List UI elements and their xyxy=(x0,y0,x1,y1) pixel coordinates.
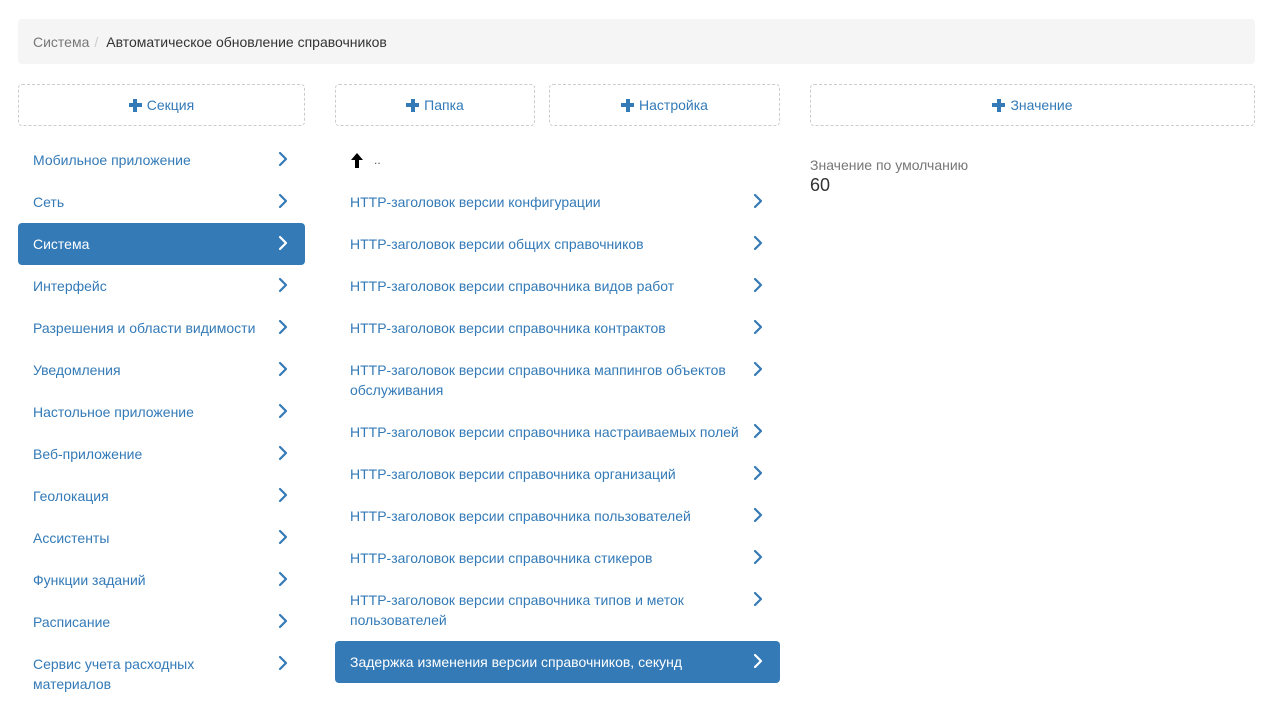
add-setting-label: Настройка xyxy=(639,97,708,113)
add-setting-button[interactable]: Настройка xyxy=(549,84,780,126)
chevron-right-icon xyxy=(752,653,764,669)
setting-item-label: HTTP-заголовок версии справочника органи… xyxy=(350,466,676,482)
plus-icon xyxy=(406,98,420,112)
section-item[interactable]: Система xyxy=(18,223,305,265)
section-item[interactable]: Функции заданий xyxy=(18,559,305,601)
chevron-right-icon xyxy=(752,507,764,523)
chevron-right-icon xyxy=(277,151,289,167)
chevron-right-icon xyxy=(277,655,289,671)
section-item[interactable]: Расписание xyxy=(18,601,305,643)
setting-item[interactable]: HTTP-заголовок версии справочника типов … xyxy=(335,579,780,641)
setting-item[interactable]: HTTP-заголовок версии справочника контра… xyxy=(335,307,780,349)
chevron-right-icon xyxy=(752,277,764,293)
section-item[interactable]: Уведомления xyxy=(18,349,305,391)
section-item-label: Мобильное приложение xyxy=(33,152,191,168)
plus-icon xyxy=(128,98,142,112)
add-section-button[interactable]: Секция xyxy=(18,84,305,126)
default-value-block: Значение по умолчанию 60 xyxy=(810,156,968,196)
chevron-right-icon xyxy=(752,235,764,251)
parent-folder-link[interactable]: .. xyxy=(335,139,780,181)
setting-item-label: HTTP-заголовок версии справочника маппин… xyxy=(350,362,726,398)
chevron-right-icon xyxy=(752,465,764,481)
setting-item[interactable]: HTTP-заголовок версии конфигурации xyxy=(335,181,780,223)
setting-item[interactable]: HTTP-заголовок версии справочника маппин… xyxy=(335,349,780,411)
breadcrumb: Система / Автоматическое обновление спра… xyxy=(18,19,1255,64)
chevron-right-icon xyxy=(277,403,289,419)
add-folder-label: Папка xyxy=(424,97,464,113)
chevron-right-icon xyxy=(277,193,289,209)
plus-icon xyxy=(992,98,1006,112)
setting-item-label: HTTP-заголовок версии справочника стикер… xyxy=(350,550,653,566)
chevron-right-icon xyxy=(752,193,764,209)
chevron-right-icon xyxy=(277,487,289,503)
section-item-label: Ассистенты xyxy=(33,530,110,546)
add-value-label: Значение xyxy=(1010,97,1073,113)
section-item-label: Геолокация xyxy=(33,488,109,504)
breadcrumb-current: Автоматическое обновление справочников xyxy=(106,33,387,50)
section-item-label: Разрешения и области видимости xyxy=(33,320,256,336)
section-item[interactable]: Интерфейс xyxy=(18,265,305,307)
setting-item[interactable]: HTTP-заголовок версии общих справочников xyxy=(335,223,780,265)
setting-item-label: HTTP-заголовок версии справочника пользо… xyxy=(350,508,691,524)
add-value-button[interactable]: Значение xyxy=(810,84,1255,126)
chevron-right-icon xyxy=(752,361,764,377)
section-item-label: Веб-приложение xyxy=(33,446,143,462)
section-item[interactable]: Настольное приложение xyxy=(18,391,305,433)
setting-item-label: HTTP-заголовок версии справочника типов … xyxy=(350,592,684,628)
chevron-right-icon xyxy=(277,613,289,629)
setting-item[interactable]: HTTP-заголовок версии справочника видов … xyxy=(335,265,780,307)
section-item[interactable]: Ассистенты xyxy=(18,517,305,559)
setting-item[interactable]: HTTP-заголовок версии справочника органи… xyxy=(335,453,780,495)
section-item[interactable]: Разрешения и области видимости xyxy=(18,307,305,349)
chevron-right-icon xyxy=(752,319,764,335)
section-item[interactable]: Сервис учета расходных материалов xyxy=(18,643,305,705)
add-folder-button[interactable]: Папка xyxy=(335,84,535,126)
breadcrumb-parent[interactable]: Система xyxy=(33,34,89,50)
setting-item-label: HTTP-заголовок версии справочника видов … xyxy=(350,278,675,294)
setting-item[interactable]: Задержка изменения версии справочников, … xyxy=(335,641,780,683)
add-section-label: Секция xyxy=(146,97,195,113)
section-item-label: Настольное приложение xyxy=(33,404,194,420)
breadcrumb-separator: / xyxy=(94,33,99,50)
parent-folder-label: .. xyxy=(374,153,381,167)
setting-item-label: HTTP-заголовок версии общих справочников xyxy=(350,236,644,252)
chevron-right-icon xyxy=(277,571,289,587)
chevron-right-icon xyxy=(752,423,764,439)
section-item[interactable]: Веб-приложение xyxy=(18,433,305,475)
default-value: 60 xyxy=(810,175,831,195)
section-item[interactable]: Сеть xyxy=(18,181,305,223)
plus-icon xyxy=(621,98,635,112)
setting-item-label: HTTP-заголовок версии справочника настра… xyxy=(350,424,739,440)
section-item-label: Сервис учета расходных материалов xyxy=(33,656,195,692)
section-item-label: Функции заданий xyxy=(33,572,146,588)
section-item-label: Сеть xyxy=(33,194,65,210)
chevron-right-icon xyxy=(277,361,289,377)
chevron-right-icon xyxy=(277,235,289,251)
chevron-right-icon xyxy=(277,445,289,461)
section-item[interactable]: Геолокация xyxy=(18,475,305,517)
setting-item[interactable]: HTTP-заголовок версии справочника настра… xyxy=(335,411,780,453)
setting-item-label: HTTP-заголовок версии конфигурации xyxy=(350,194,601,210)
setting-item-label: HTTP-заголовок версии справочника контра… xyxy=(350,320,666,336)
default-value-label: Значение по умолчанию xyxy=(810,157,969,173)
chevron-right-icon xyxy=(277,277,289,293)
setting-item-label: Задержка изменения версии справочников, … xyxy=(350,654,683,670)
sections-list: Мобильное приложение Сеть Система Интерфейс… xyxy=(18,139,305,705)
chevron-right-icon xyxy=(277,529,289,545)
section-item[interactable]: Мобильное приложение xyxy=(18,139,305,181)
section-item-label: Расписание xyxy=(33,614,111,630)
setting-item[interactable]: HTTP-заголовок версии справочника пользо… xyxy=(335,495,780,537)
section-item-label: Уведомления xyxy=(33,362,121,378)
chevron-right-icon xyxy=(752,591,764,607)
section-item-label: Система xyxy=(33,236,90,252)
settings-list: .. HTTP-заголовок версии конфигурации HTT… xyxy=(335,139,780,683)
section-item-label: Интерфейс xyxy=(33,278,107,294)
chevron-right-icon xyxy=(277,319,289,335)
setting-item[interactable]: HTTP-заголовок версии справочника стикер… xyxy=(335,537,780,579)
arrow-up-icon xyxy=(351,152,363,168)
chevron-right-icon xyxy=(752,549,764,565)
